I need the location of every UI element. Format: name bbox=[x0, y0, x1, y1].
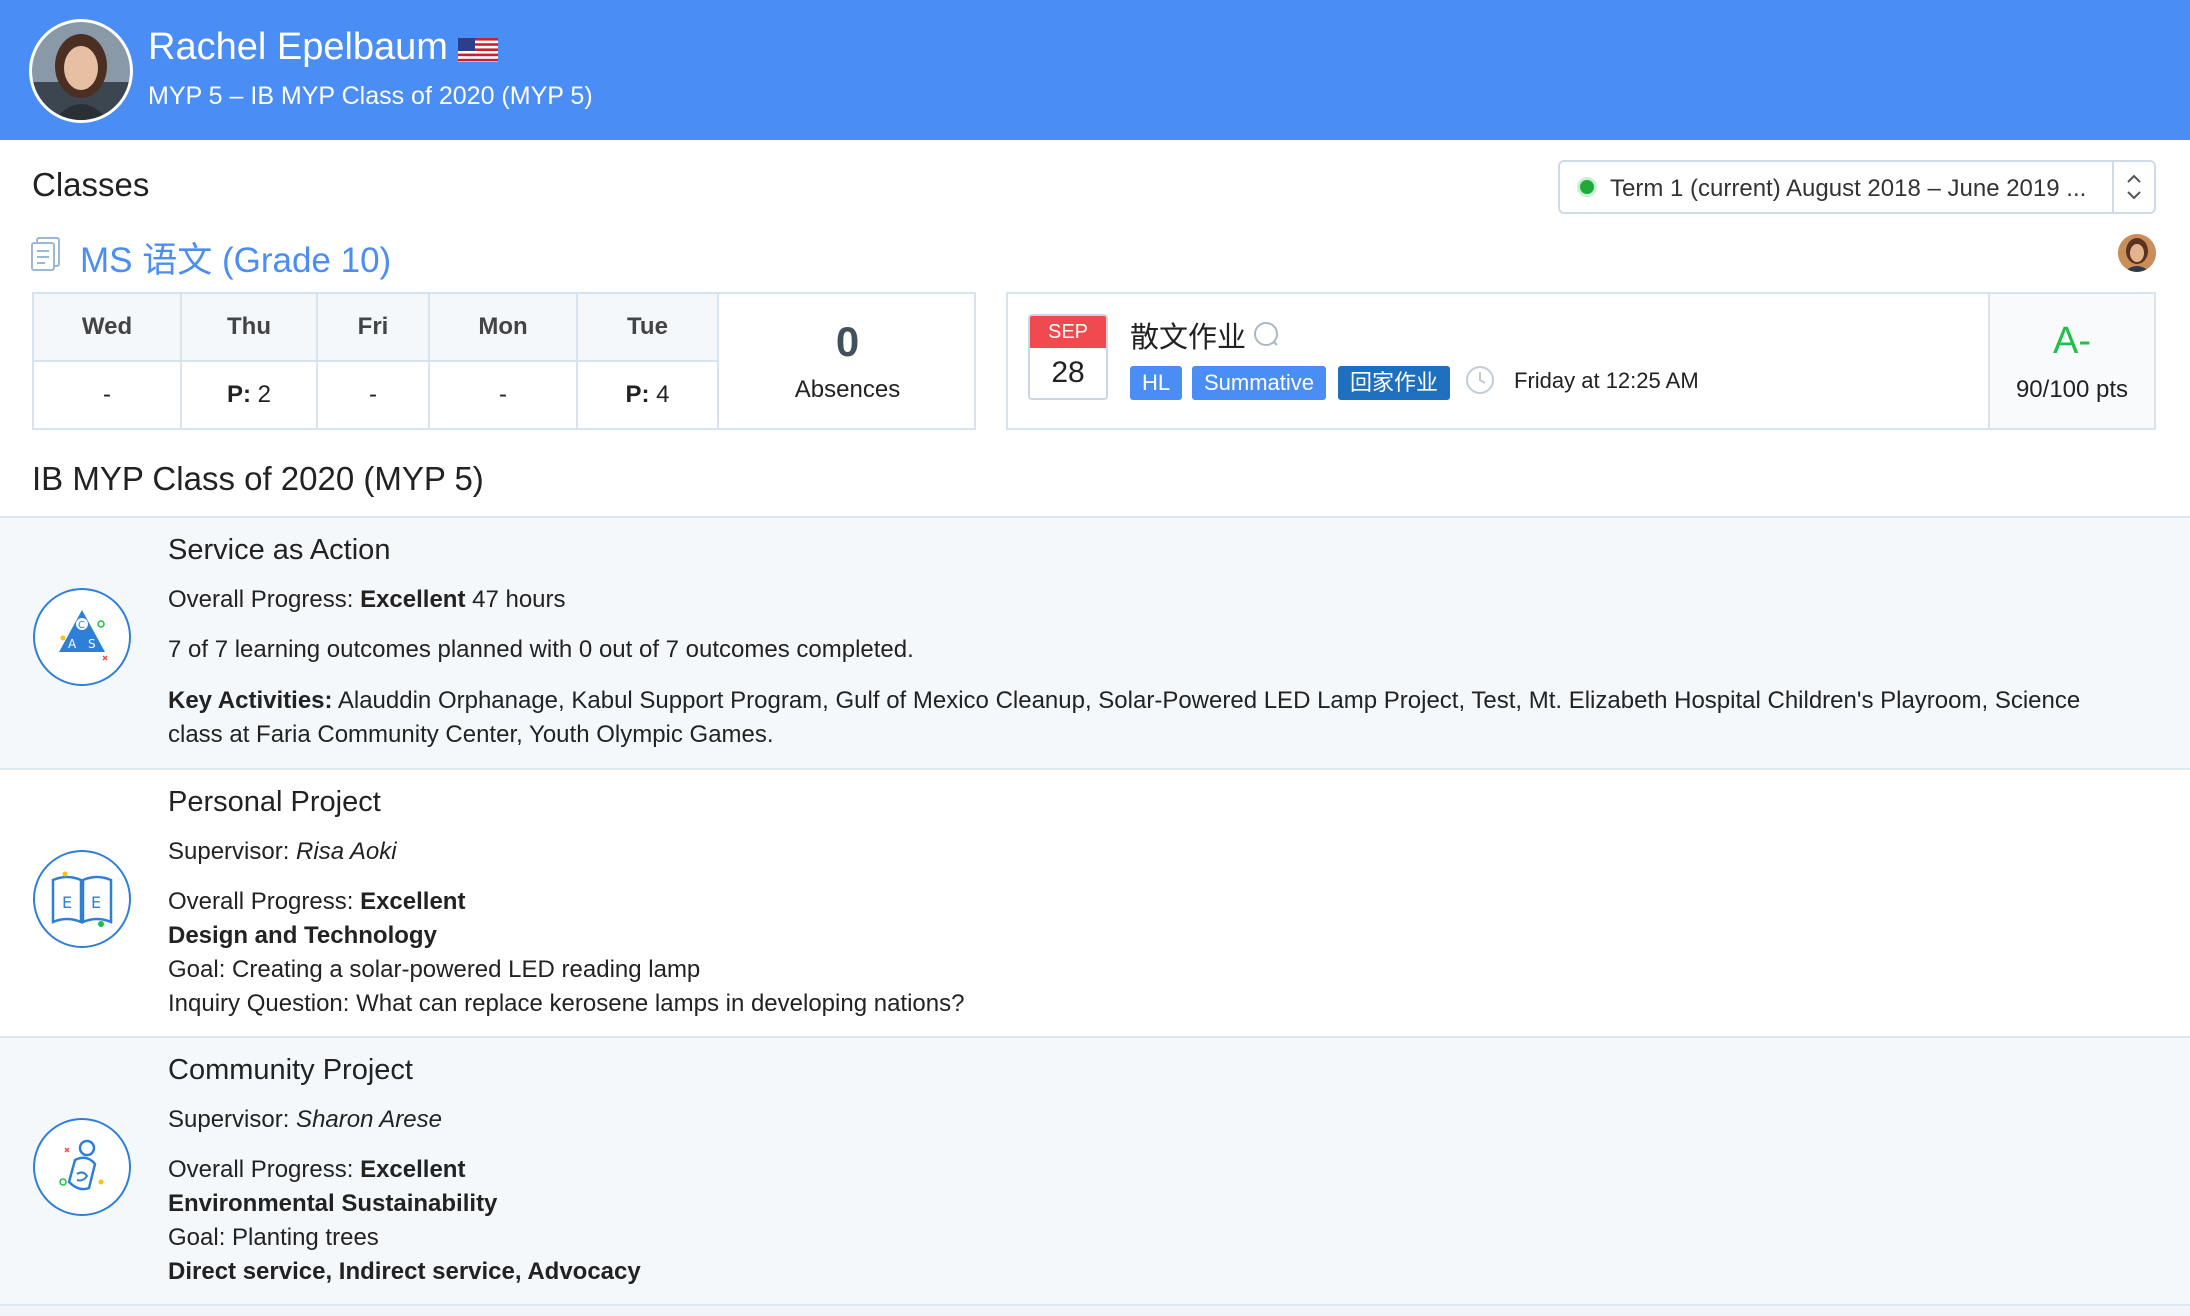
community-project-panel[interactable]: Community Project Supervisor: Sharon Are… bbox=[0, 1036, 2190, 1304]
assignment-due-date: Friday at 12:25 AM bbox=[1514, 368, 1699, 393]
tag-summative: Summative bbox=[1192, 366, 1327, 400]
attendance-value: - bbox=[369, 381, 377, 408]
service-outcomes: 7 of 7 learning outcomes planned with 0 … bbox=[168, 636, 914, 663]
community-progress: Overall Progress: Excellent bbox=[168, 1156, 466, 1183]
attendance-day: Thu bbox=[182, 294, 316, 362]
attendance-day-column: Thu P: 2 bbox=[182, 294, 318, 428]
tag-homework: 回家作业 bbox=[1338, 366, 1451, 400]
open-book-icon: E E bbox=[33, 850, 131, 948]
community-service-types: Direct service, Indirect service, Advoca… bbox=[168, 1258, 641, 1285]
attendance-day: Wed bbox=[34, 294, 180, 362]
service-as-action-panel[interactable]: C A S Service as Action Overall Progress… bbox=[0, 516, 2190, 770]
cas-icon: C A S bbox=[33, 588, 131, 686]
student-programme: MYP 5 – IB MYP Class of 2020 (MYP 5) bbox=[148, 82, 593, 110]
attendance-value: P: 2 bbox=[226, 381, 271, 408]
current-term-dot bbox=[1580, 180, 1594, 194]
community-goal: Goal: Planting trees bbox=[168, 1224, 379, 1251]
absences-label: Absences bbox=[794, 376, 901, 403]
bottom-divider bbox=[0, 1304, 2190, 1316]
calendar-date-icon: SEP 28 bbox=[1028, 314, 1108, 400]
personal-project-panel[interactable]: E E Personal Project Supervisor: Risa Ao… bbox=[0, 768, 2190, 1036]
attendance-value: - bbox=[499, 381, 507, 408]
comment-bubble-icon[interactable] bbox=[1252, 320, 1280, 348]
tag-hl: HL bbox=[1130, 366, 1183, 400]
personal-supervisor: Supervisor: Risa Aoki bbox=[168, 838, 397, 865]
community-service-icon bbox=[33, 1118, 131, 1216]
class-name-link[interactable]: MS 语文 (Grade 10) bbox=[80, 232, 391, 283]
clock-icon bbox=[1466, 366, 1494, 394]
term-select-value: Term 1 (current) August 2018 – June 2019… bbox=[1610, 175, 2087, 202]
personal-topic: Design and Technology bbox=[168, 922, 437, 949]
attendance-day: Tue bbox=[578, 294, 717, 362]
chevron-up-down-icon[interactable] bbox=[2112, 162, 2154, 212]
community-topic: Environmental Sustainability bbox=[168, 1190, 498, 1217]
svg-text:E: E bbox=[62, 893, 72, 912]
svg-text:C: C bbox=[78, 620, 85, 631]
attendance-day-column: Tue P: 4 bbox=[578, 294, 719, 428]
classes-heading: Classes bbox=[32, 166, 150, 203]
personal-goal: Goal: Creating a solar-powered LED readi… bbox=[168, 956, 701, 983]
assignment-card[interactable]: SEP 28 散文作业 HL Summative 回家作业 Friday at … bbox=[1006, 292, 2156, 430]
community-project-heading: Community Project bbox=[168, 1054, 413, 1086]
svg-text:S: S bbox=[88, 637, 96, 651]
attendance-day: Fri bbox=[318, 294, 428, 362]
attendance-day-column: Mon - bbox=[430, 294, 578, 428]
student-name: Rachel Epelbaum bbox=[148, 26, 448, 68]
student-header: Rachel Epelbaum MYP 5 – IB MYP Class of … bbox=[0, 0, 2190, 140]
grade-points: 90/100 pts bbox=[2015, 376, 2129, 403]
teacher-avatar[interactable] bbox=[2118, 234, 2156, 272]
service-key-activities: Key Activities: Alauddin Orphanage, Kabu… bbox=[168, 687, 2081, 748]
calendar-month: SEP bbox=[1030, 316, 1106, 348]
community-supervisor: Supervisor: Sharon Arese bbox=[168, 1106, 442, 1133]
grade-letter: A- bbox=[2053, 320, 2091, 362]
absences-count: 0 bbox=[835, 318, 860, 365]
assignment-title[interactable]: 散文作业 bbox=[1130, 314, 1246, 356]
calendar-day: 28 bbox=[1051, 356, 1085, 389]
service-heading: Service as Action bbox=[168, 534, 391, 566]
attendance-day-column: Wed - bbox=[34, 294, 182, 428]
attendance-day: Mon bbox=[430, 294, 576, 362]
service-progress: Overall Progress: Excellent 47 hours bbox=[168, 586, 566, 613]
grade-box: A- 90/100 pts bbox=[1988, 294, 2154, 428]
attendance-table: Wed - Thu P: 2 Fri - Mon - Tue P: 4 0 Ab… bbox=[32, 292, 976, 430]
programme-heading: IB MYP Class of 2020 (MYP 5) bbox=[32, 460, 484, 497]
personal-inquiry: Inquiry Question: What can replace keros… bbox=[168, 990, 965, 1017]
personal-progress: Overall Progress: Excellent bbox=[168, 888, 466, 915]
attendance-value: - bbox=[103, 381, 111, 408]
attendance-value: P: 4 bbox=[625, 381, 670, 408]
us-flag-icon bbox=[458, 38, 498, 62]
svg-text:A: A bbox=[68, 637, 77, 651]
personal-project-heading: Personal Project bbox=[168, 786, 381, 818]
attendance-day-column: Fri - bbox=[318, 294, 430, 428]
svg-text:E: E bbox=[91, 893, 101, 912]
class-document-icon bbox=[31, 237, 60, 271]
term-select[interactable]: Term 1 (current) August 2018 – June 2019… bbox=[1558, 160, 2156, 214]
student-avatar[interactable] bbox=[32, 22, 130, 120]
